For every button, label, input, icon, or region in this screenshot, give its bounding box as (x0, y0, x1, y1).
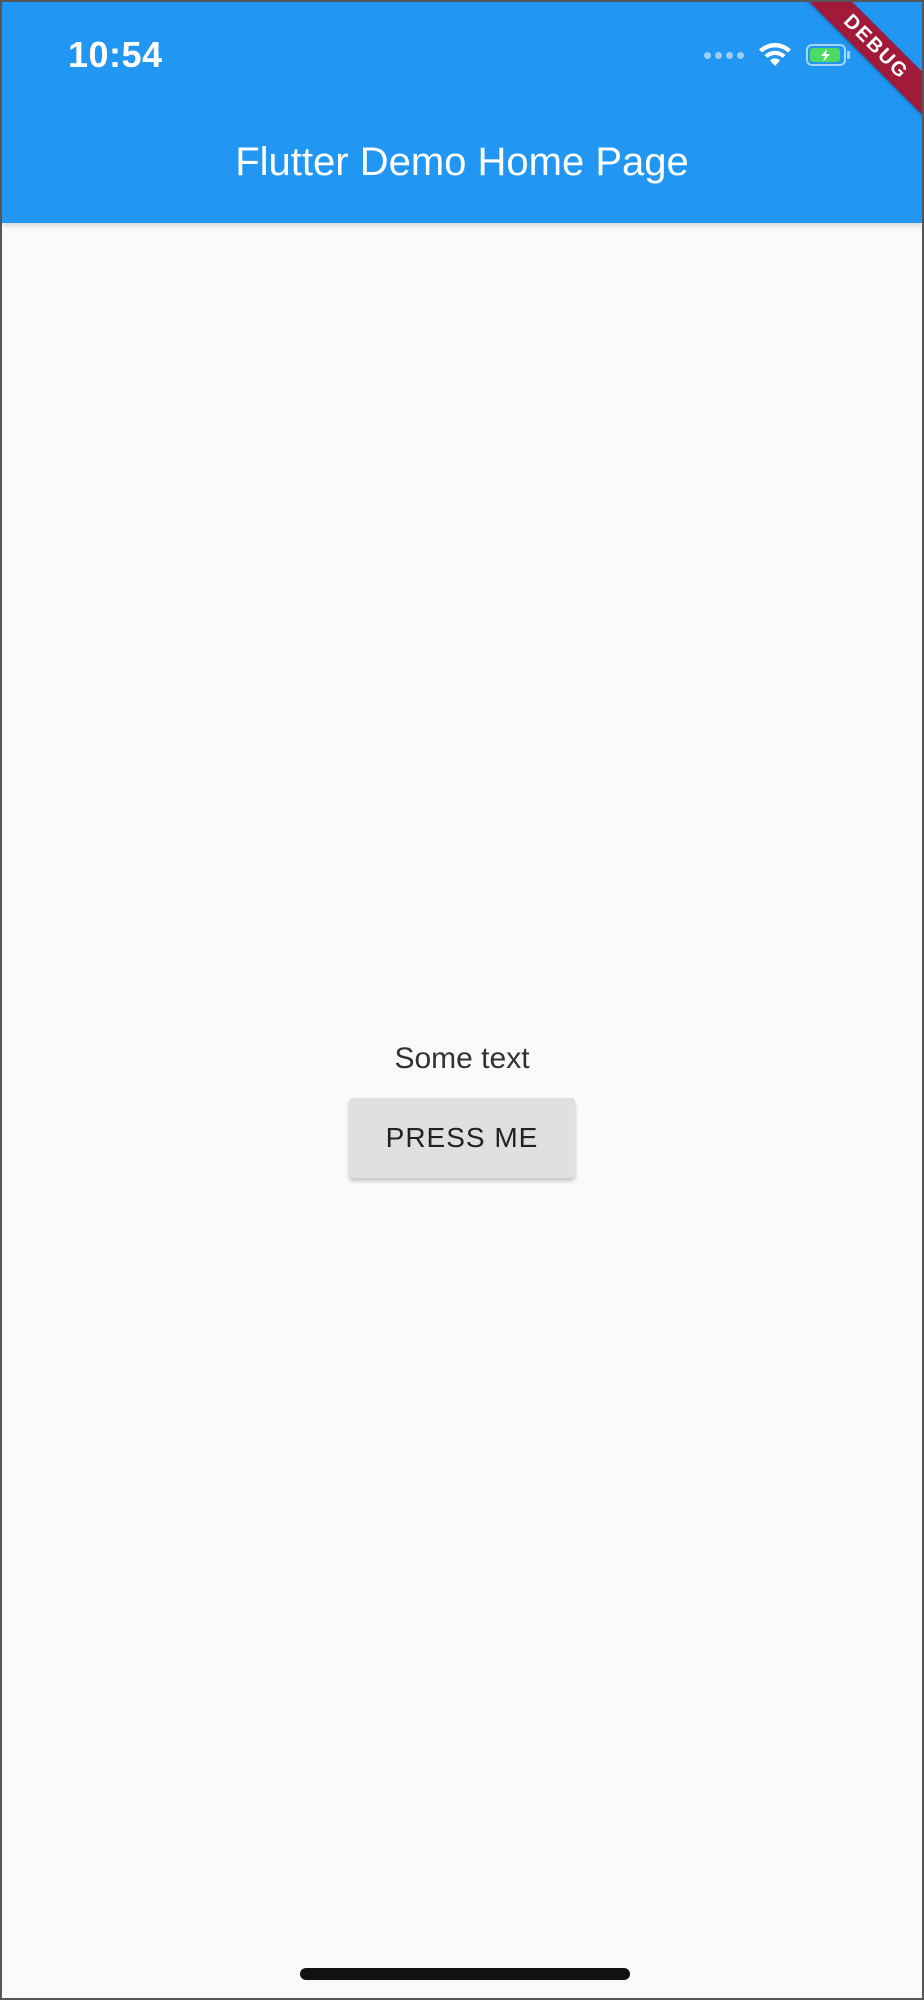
app-bar-title: Flutter Demo Home Page (235, 140, 689, 184)
status-icons (704, 40, 852, 70)
body-text: Some text (394, 1042, 530, 1075)
home-indicator[interactable] (300, 1968, 630, 1980)
battery-charging-icon (806, 43, 852, 67)
main-content: Some text PRESS ME (2, 1042, 922, 1178)
app-bar: 10:54 Flutter Demo Home Page DEBUG (2, 2, 922, 223)
phone-screen: 10:54 Flutter Demo Home Page DEBUG Some … (0, 0, 924, 2000)
wifi-icon (758, 42, 792, 68)
signal-dots-icon (704, 51, 744, 59)
status-time: 10:54 (68, 34, 163, 75)
debug-banner: DEBUG (782, 2, 922, 142)
press-me-button[interactable]: PRESS ME (349, 1098, 575, 1178)
